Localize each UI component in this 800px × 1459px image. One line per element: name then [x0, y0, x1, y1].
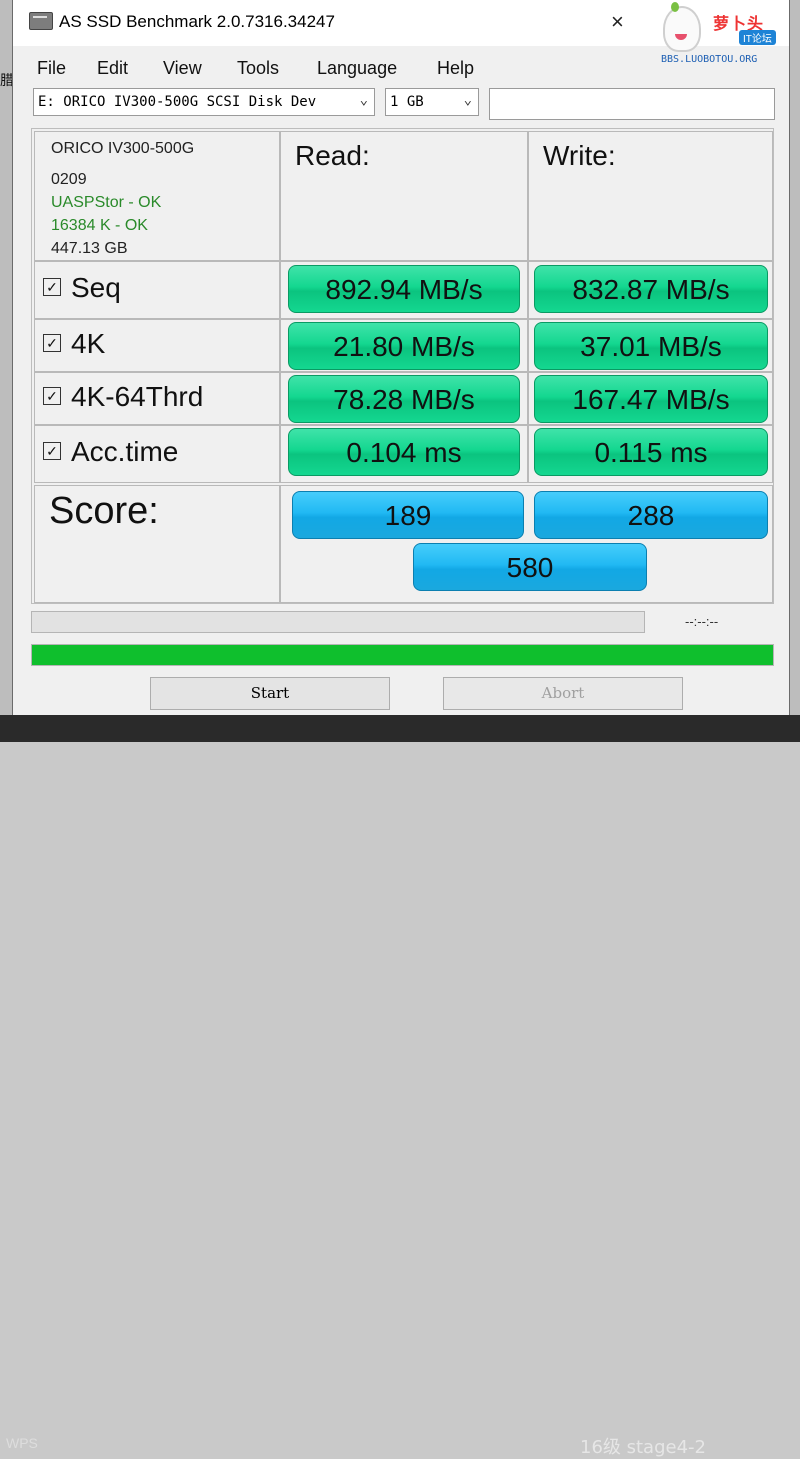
window-title: AS SSD Benchmark 2.0.7316.34247 [59, 12, 335, 31]
checkbox[interactable]: ✓ [43, 277, 61, 296]
watermark-subtitle: IT论坛 [739, 30, 776, 45]
drive-select[interactable]: E: ORICO IV300-500G SCSI Disk Dev ⌄ [33, 88, 375, 116]
app-window: AS SSD Benchmark 2.0.7316.34247 × 萝卜头 IT… [12, 0, 790, 715]
row-4k[interactable]: ✓ 4K [43, 328, 105, 360]
score-write: 288 [534, 491, 768, 539]
4k64-write-value: 167.47 MB/s [534, 375, 768, 423]
row-label: 4K [71, 328, 106, 359]
menu-edit[interactable]: Edit [97, 58, 128, 79]
results-panel: ORICO IV300-500G 0209 UASPStor - OK 1638… [31, 128, 774, 604]
mascot-icon [663, 2, 701, 52]
row-4k-label-cell: ✓ 4K [34, 319, 280, 372]
score-label: Score: [49, 490, 159, 532]
row-seq[interactable]: ✓ Seq [43, 272, 121, 304]
acc-write-value: 0.115 ms [534, 428, 768, 476]
drive-select-value: E: ORICO IV300-500G SCSI Disk Dev [38, 94, 317, 110]
size-select-value: 1 GB [390, 94, 424, 110]
overall-progress-bar [31, 644, 774, 666]
drive-capacity: 447.13 GB [51, 240, 128, 257]
acc-read-value: 0.104 ms [288, 428, 520, 476]
menu-tools[interactable]: Tools [237, 58, 279, 79]
chevron-down-icon: ⌄ [359, 92, 368, 108]
abort-button[interactable]: Abort [443, 677, 683, 710]
chevron-down-icon: ⌄ [463, 92, 472, 108]
drive-info: ORICO IV300-500G 0209 UASPStor - OK 1638… [34, 131, 280, 261]
driver-status: UASPStor - OK [51, 194, 162, 211]
4k-read-value: 21.80 MB/s [288, 322, 520, 370]
test-progress-bar [31, 611, 645, 633]
row-acc-time[interactable]: ✓ Acc.time [43, 436, 178, 468]
size-select[interactable]: 1 GB ⌄ [385, 88, 479, 116]
row-4k64-label-cell: ✓ 4K-64Thrd [34, 372, 280, 425]
row-seq-label-cell: ✓ Seq [34, 261, 280, 319]
seq-read-value: 892.94 MB/s [288, 265, 520, 313]
write-header: Write: [543, 140, 616, 171]
menu-view[interactable]: View [163, 58, 202, 79]
start-button[interactable]: Start [150, 677, 390, 710]
drive-model: ORICO IV300-500G [51, 140, 195, 157]
row-label: Acc.time [71, 436, 179, 467]
read-header-cell: Read: [280, 131, 528, 261]
4k64-read-value: 78.28 MB/s [288, 375, 520, 423]
seq-write-value: 832.87 MB/s [534, 265, 768, 313]
row-4k-64thrd[interactable]: ✓ 4K-64Thrd [43, 381, 203, 413]
checkbox[interactable]: ✓ [43, 441, 61, 460]
read-header: Read: [295, 140, 370, 171]
4k-write-value: 37.01 MB/s [534, 322, 768, 370]
row-label: 4K-64Thrd [71, 381, 204, 412]
taskbar-wps-label[interactable]: WPS [6, 1435, 38, 1451]
drive-path-field[interactable] [489, 88, 775, 120]
close-icon[interactable]: × [611, 11, 624, 33]
write-header-cell: Write: [528, 131, 773, 261]
taskbar-window-title[interactable]: 16级 stage4-2 [580, 1433, 706, 1459]
elapsed-time: --:--:-- [685, 614, 719, 629]
menu-language[interactable]: Language [317, 58, 397, 79]
alignment-status: 16384 K - OK [51, 217, 148, 234]
overall-progress-fill [32, 645, 773, 665]
menu-help[interactable]: Help [437, 58, 474, 79]
taskbar: WPS 16级 stage4-2 [0, 715, 800, 1458]
checkbox[interactable]: ✓ [43, 333, 61, 352]
score-label-cell: Score: [34, 485, 280, 603]
row-acc-label-cell: ✓ Acc.time [34, 425, 280, 483]
score-total: 580 [413, 543, 647, 591]
row-label: Seq [71, 272, 121, 303]
menu-bar: File Edit View Tools Language Help [13, 50, 789, 86]
drive-firmware: 0209 [51, 171, 87, 188]
checkbox[interactable]: ✓ [43, 386, 61, 405]
drive-icon [29, 12, 53, 30]
score-read: 189 [292, 491, 524, 539]
menu-file[interactable]: File [37, 58, 66, 79]
